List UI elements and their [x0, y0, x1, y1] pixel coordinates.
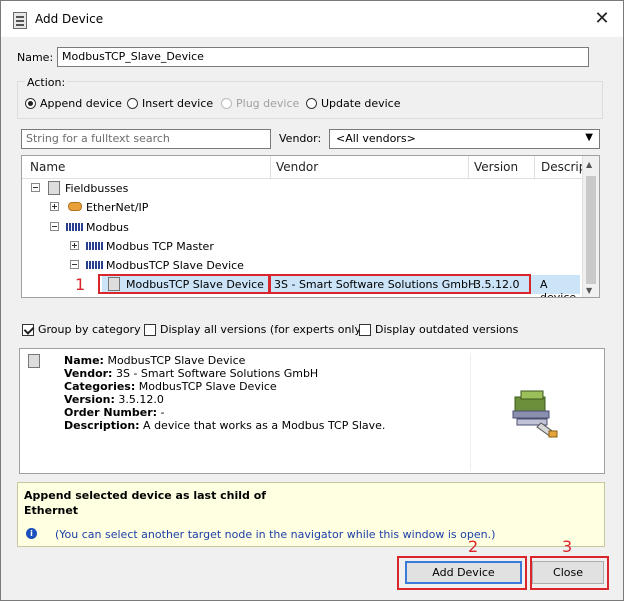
desc-name: Name: ModbusTCP Slave Device: [64, 354, 246, 367]
search-input[interactable]: String for a fulltext search: [21, 129, 271, 149]
column-separator[interactable]: [270, 156, 271, 178]
name-input[interactable]: ModbusTCP_Slave_Device: [57, 47, 589, 67]
modbus-icon: [86, 242, 103, 250]
desc-categories: Categories: ModbusTCP Slave Device: [64, 380, 277, 393]
close-icon[interactable]: ✕: [589, 7, 615, 31]
radio-label: Update device: [321, 97, 401, 110]
radio-label: Plug device: [236, 97, 300, 110]
tree-label: Fieldbusses: [65, 182, 129, 195]
annotation-box-1: [98, 274, 270, 294]
fieldbus-icon: [48, 181, 60, 195]
collapse-icon[interactable]: [50, 222, 59, 231]
checkbox-indicator: [359, 323, 371, 336]
action-label: Action:: [25, 76, 68, 89]
device-icon: [28, 354, 40, 368]
collapse-icon[interactable]: [70, 260, 79, 269]
annotation-box-3: [530, 556, 609, 590]
description-cell: A device: [540, 278, 577, 298]
checkbox-indicator: [144, 323, 156, 336]
radio-indicator: [221, 98, 232, 109]
checkbox-display-outdated[interactable]: Display outdated versions: [359, 323, 518, 336]
scroll-down-icon[interactable]: ▼: [586, 286, 592, 295]
checkbox-label: Group by category: [38, 323, 141, 336]
radio-insert-device[interactable]: Insert device: [127, 97, 213, 110]
tree-row-modbus-tcp-master[interactable]: Modbus TCP Master: [22, 237, 582, 256]
expand-icon[interactable]: [70, 241, 79, 250]
vertical-scrollbar[interactable]: ▲ ▼: [582, 156, 599, 297]
radio-append-device[interactable]: Append device: [25, 97, 122, 110]
tree-label: EtherNet/IP: [86, 201, 149, 214]
title-bar: Add Device ✕: [1, 1, 623, 37]
modbus-icon: [86, 261, 103, 269]
info-icon: i: [26, 528, 37, 539]
tree-row-fieldbusses[interactable]: Fieldbusses: [22, 179, 582, 198]
tree-label: Modbus TCP Master: [106, 240, 214, 253]
tree-label: ModbusTCP Slave Device: [106, 259, 244, 272]
grid-header: Name Vendor Version Descript: [22, 156, 599, 179]
expand-icon[interactable]: [50, 202, 59, 211]
annotation-box-1b: [269, 274, 531, 294]
column-name[interactable]: Name: [30, 160, 65, 174]
checkbox-display-all-versions[interactable]: Display all versions (for experts only): [144, 323, 365, 336]
radio-indicator: [306, 98, 317, 109]
column-separator[interactable]: [468, 156, 469, 178]
scroll-up-icon[interactable]: ▲: [586, 160, 592, 169]
name-label: Name:: [17, 51, 54, 64]
scrollbar-thumb[interactable]: [586, 176, 596, 284]
dialog-icon: [13, 12, 27, 29]
add-device-dialog: Add Device ✕ Name: ModbusTCP_Slave_Devic…: [0, 0, 624, 601]
tree-row-ethernet-ip[interactable]: EtherNet/IP: [22, 198, 582, 217]
column-vendor[interactable]: Vendor: [276, 160, 318, 174]
annotation-label-1: 1: [75, 275, 86, 294]
tree-row-modbus[interactable]: Modbus: [22, 218, 582, 237]
desc-vendor: Vendor: 3S - Smart Software Solutions Gm…: [64, 367, 319, 380]
column-version[interactable]: Version: [474, 160, 518, 174]
info-line-2: Ethernet: [24, 504, 79, 517]
radio-label: Append device: [40, 97, 122, 110]
annotation-label-3: 3: [562, 537, 573, 556]
chevron-down-icon: ▼: [585, 132, 593, 143]
vendor-select[interactable]: <All vendors> ▼: [329, 129, 600, 149]
checkbox-indicator: [22, 323, 34, 336]
radio-indicator: [25, 98, 36, 109]
checkbox-label: Display all versions (for experts only): [160, 323, 366, 336]
annotation-box-2: [397, 556, 527, 590]
tree-row-modbustcp-slave-device-folder[interactable]: ModbusTCP Slave Device: [22, 256, 582, 275]
column-separator[interactable]: [534, 156, 535, 178]
vendor-select-value: <All vendors>: [336, 132, 416, 145]
info-line-1: Append selected device as last child of: [24, 489, 267, 502]
device-hardware-icon: [512, 390, 558, 438]
dialog-title: Add Device: [35, 12, 104, 26]
radio-update-device[interactable]: Update device: [306, 97, 400, 110]
modbus-icon: [66, 223, 83, 231]
desc-description: Description: A device that works as a Mo…: [64, 419, 386, 432]
annotation-label-2: 2: [468, 537, 479, 556]
checkbox-label: Display outdated versions: [375, 323, 519, 336]
device-image: [470, 353, 601, 471]
desc-order-number: Order Number: -: [64, 406, 165, 419]
tree-label: Modbus: [86, 221, 129, 234]
radio-indicator: [127, 98, 138, 109]
desc-version: Version: 3.5.12.0: [64, 393, 164, 406]
info-panel: Append selected device as last child of …: [17, 482, 605, 547]
ethernet-ip-icon: [68, 202, 82, 211]
collapse-icon[interactable]: [31, 183, 40, 192]
vendor-label: Vendor:: [279, 132, 322, 145]
info-hint: (You can select another target node in t…: [55, 528, 496, 541]
device-description-panel: Name: ModbusTCP Slave Device Vendor: 3S …: [19, 348, 605, 474]
radio-label: Insert device: [142, 97, 214, 110]
checkbox-group-by-category[interactable]: Group by category: [22, 323, 141, 336]
radio-plug-device: Plug device: [221, 97, 299, 110]
